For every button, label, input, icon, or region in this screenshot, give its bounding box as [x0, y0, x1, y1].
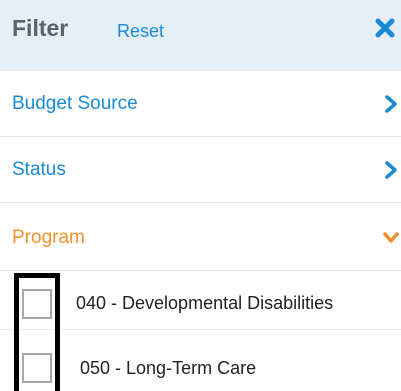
- section-program[interactable]: Program: [0, 205, 401, 271]
- checkbox-040[interactable]: [22, 289, 52, 319]
- program-option-040[interactable]: 040 - Developmental Disabilities: [0, 272, 401, 330]
- close-icon[interactable]: [373, 16, 397, 40]
- section-status[interactable]: Status: [0, 137, 401, 203]
- program-option-050[interactable]: 050 - Long-Term Care: [0, 333, 401, 391]
- filter-header: Filter Reset: [0, 0, 401, 71]
- section-label-budget-source: Budget Source: [12, 93, 138, 114]
- chevron-right-icon: [383, 95, 399, 113]
- filter-title: Filter: [12, 15, 69, 41]
- section-label-program: Program: [12, 227, 85, 248]
- section-label-status: Status: [12, 159, 66, 180]
- option-label-050: 050 - Long-Term Care: [80, 358, 257, 378]
- chevron-right-icon: [383, 161, 399, 179]
- chevron-down-icon: [383, 229, 399, 247]
- reset-link[interactable]: Reset: [117, 20, 164, 42]
- option-label-040: 040 - Developmental Disabilities: [76, 293, 334, 313]
- checkbox-050[interactable]: [22, 353, 52, 383]
- section-budget-source[interactable]: Budget Source: [0, 71, 401, 137]
- filter-panel: Filter Reset Budget Source Status Progra…: [0, 0, 401, 391]
